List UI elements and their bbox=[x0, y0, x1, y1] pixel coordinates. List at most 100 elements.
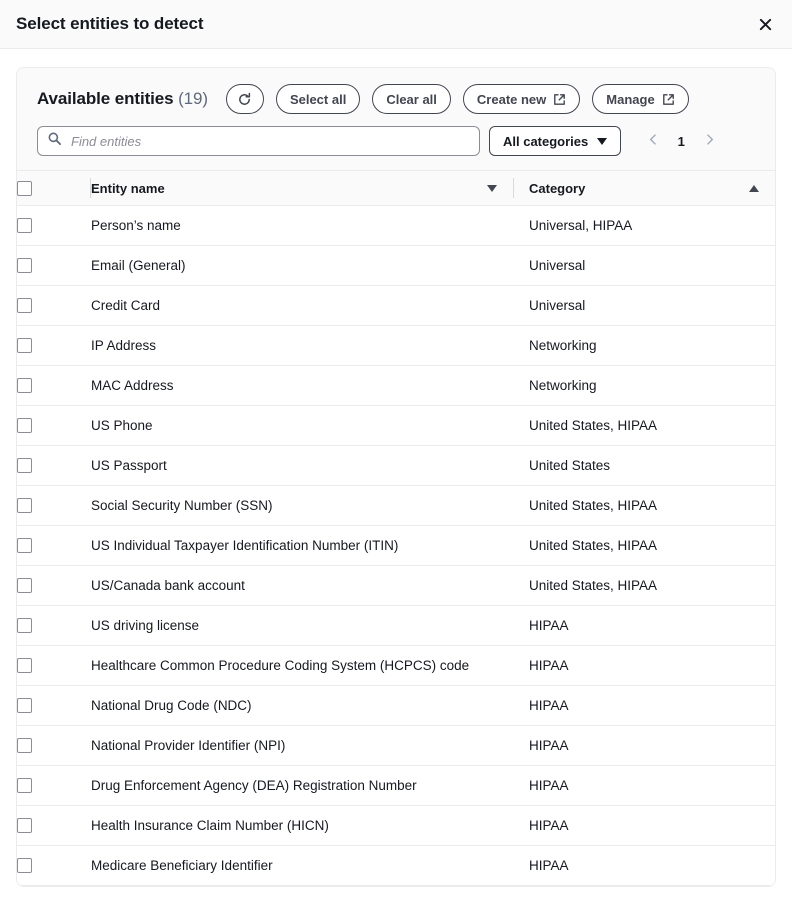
category-header[interactable]: Category bbox=[513, 171, 775, 206]
table-row[interactable]: Person’s nameUniversal, HIPAA bbox=[17, 206, 775, 246]
entity-name-cell: Social Security Number (SSN) bbox=[91, 486, 513, 526]
row-checkbox[interactable] bbox=[17, 858, 32, 873]
entity-name-cell: US driving license bbox=[91, 606, 513, 646]
manage-label: Manage bbox=[606, 92, 654, 107]
toolbar-row: Available entities (19) Select all bbox=[37, 84, 755, 114]
row-checkbox-cell bbox=[17, 286, 91, 326]
row-checkbox[interactable] bbox=[17, 578, 32, 593]
close-icon bbox=[758, 17, 773, 32]
row-checkbox[interactable] bbox=[17, 738, 32, 753]
row-checkbox[interactable] bbox=[17, 218, 32, 233]
current-page-number[interactable]: 1 bbox=[670, 134, 692, 149]
table-row[interactable]: Credit CardUniversal bbox=[17, 286, 775, 326]
category-cell: United States, HIPAA bbox=[513, 406, 775, 446]
select-all-header-cell bbox=[17, 171, 91, 206]
row-checkbox[interactable] bbox=[17, 258, 32, 273]
row-checkbox-cell bbox=[17, 806, 91, 846]
entity-name-cell: Credit Card bbox=[91, 286, 513, 326]
table-row[interactable]: US Individual Taxpayer Identification Nu… bbox=[17, 526, 775, 566]
entity-name-header[interactable]: Entity name bbox=[91, 171, 513, 206]
entity-count: (19) bbox=[178, 89, 208, 108]
row-checkbox[interactable] bbox=[17, 498, 32, 513]
entity-name-cell: US/Canada bank account bbox=[91, 566, 513, 606]
row-checkbox[interactable] bbox=[17, 778, 32, 793]
row-checkbox[interactable] bbox=[17, 458, 32, 473]
clear-all-button[interactable]: Clear all bbox=[372, 84, 451, 114]
close-button[interactable] bbox=[752, 11, 778, 37]
category-cell: HIPAA bbox=[513, 686, 775, 726]
category-cell: United States, HIPAA bbox=[513, 566, 775, 606]
category-filter-select[interactable]: All categories bbox=[489, 126, 621, 156]
select-all-button[interactable]: Select all bbox=[276, 84, 360, 114]
table-row[interactable]: Medicare Beneficiary IdentifierHIPAA bbox=[17, 846, 775, 886]
search-input[interactable] bbox=[37, 126, 480, 156]
table-row[interactable]: US PassportUnited States bbox=[17, 446, 775, 486]
page-title: Select entities to detect bbox=[16, 14, 203, 34]
category-cell: Universal bbox=[513, 286, 775, 326]
modal-header: Select entities to detect bbox=[0, 0, 792, 49]
table-row[interactable]: US PhoneUnited States, HIPAA bbox=[17, 406, 775, 446]
create-new-label: Create new bbox=[477, 92, 546, 107]
table-row[interactable]: IP AddressNetworking bbox=[17, 326, 775, 366]
category-cell: HIPAA bbox=[513, 766, 775, 806]
previous-page-button[interactable] bbox=[640, 128, 666, 154]
entity-name-cell: Drug Enforcement Agency (DEA) Registrati… bbox=[91, 766, 513, 806]
row-checkbox-cell bbox=[17, 446, 91, 486]
row-checkbox-cell bbox=[17, 326, 91, 366]
entity-name-cell: MAC Address bbox=[91, 366, 513, 406]
row-checkbox-cell bbox=[17, 726, 91, 766]
table-row[interactable]: Email (General)Universal bbox=[17, 246, 775, 286]
row-checkbox[interactable] bbox=[17, 338, 32, 353]
table-row[interactable]: US/Canada bank accountUnited States, HIP… bbox=[17, 566, 775, 606]
row-checkbox-cell bbox=[17, 366, 91, 406]
entity-name-cell: Email (General) bbox=[91, 246, 513, 286]
row-checkbox[interactable] bbox=[17, 618, 32, 633]
row-checkbox[interactable] bbox=[17, 298, 32, 313]
row-checkbox-cell bbox=[17, 246, 91, 286]
row-checkbox-cell bbox=[17, 846, 91, 886]
row-checkbox[interactable] bbox=[17, 538, 32, 553]
manage-button[interactable]: Manage bbox=[592, 84, 688, 114]
select-all-label: Select all bbox=[290, 92, 346, 107]
table-header: Entity name Category bbox=[17, 171, 775, 206]
row-checkbox[interactable] bbox=[17, 818, 32, 833]
row-checkbox-cell bbox=[17, 206, 91, 246]
category-cell: Universal bbox=[513, 246, 775, 286]
table-row[interactable]: Healthcare Common Procedure Coding Syste… bbox=[17, 646, 775, 686]
table-row[interactable]: US driving licenseHIPAA bbox=[17, 606, 775, 646]
category-header-label: Category bbox=[529, 181, 585, 196]
row-checkbox[interactable] bbox=[17, 658, 32, 673]
entity-name-cell: Healthcare Common Procedure Coding Syste… bbox=[91, 646, 513, 686]
table-row[interactable]: Social Security Number (SSN)United State… bbox=[17, 486, 775, 526]
row-checkbox[interactable] bbox=[17, 418, 32, 433]
table-row[interactable]: Drug Enforcement Agency (DEA) Registrati… bbox=[17, 766, 775, 806]
category-cell: United States, HIPAA bbox=[513, 526, 775, 566]
sort-descending-icon bbox=[487, 185, 497, 192]
refresh-button[interactable] bbox=[226, 84, 264, 114]
table-row[interactable]: National Drug Code (NDC)HIPAA bbox=[17, 686, 775, 726]
category-cell: Networking bbox=[513, 326, 775, 366]
row-checkbox[interactable] bbox=[17, 378, 32, 393]
external-link-icon bbox=[662, 93, 675, 106]
card-heading: Available entities (19) bbox=[37, 89, 208, 109]
card-heading-label: Available entities bbox=[37, 89, 173, 108]
modal-body: Available entities (19) Select all bbox=[0, 49, 792, 887]
select-all-checkbox[interactable] bbox=[17, 181, 32, 196]
create-new-button[interactable]: Create new bbox=[463, 84, 580, 114]
card-toolbar: Available entities (19) Select all bbox=[17, 68, 775, 170]
entities-table: Entity name Category Person’s nameUniver… bbox=[17, 170, 775, 886]
row-checkbox-cell bbox=[17, 766, 91, 806]
row-checkbox-cell bbox=[17, 686, 91, 726]
filter-row: All categories 1 bbox=[37, 126, 755, 156]
table-row[interactable]: Health Insurance Claim Number (HICN)HIPA… bbox=[17, 806, 775, 846]
chevron-down-icon bbox=[597, 138, 607, 145]
entity-name-cell: Medicare Beneficiary Identifier bbox=[91, 846, 513, 886]
category-cell: Networking bbox=[513, 366, 775, 406]
next-page-button[interactable] bbox=[696, 128, 722, 154]
table-row[interactable]: National Provider Identifier (NPI)HIPAA bbox=[17, 726, 775, 766]
table-row[interactable]: MAC AddressNetworking bbox=[17, 366, 775, 406]
entity-name-cell: Health Insurance Claim Number (HICN) bbox=[91, 806, 513, 846]
category-cell: HIPAA bbox=[513, 646, 775, 686]
row-checkbox[interactable] bbox=[17, 698, 32, 713]
entity-name-cell: US Passport bbox=[91, 446, 513, 486]
